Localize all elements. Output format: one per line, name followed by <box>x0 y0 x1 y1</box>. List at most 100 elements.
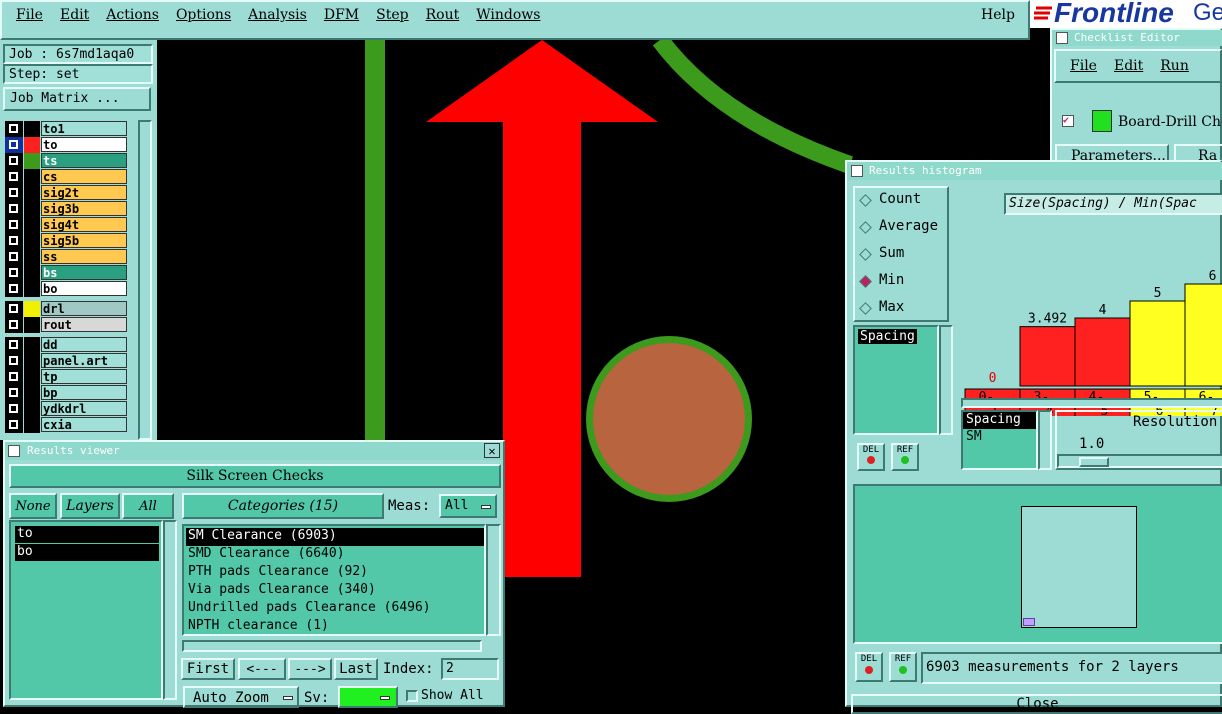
categories-hscrollbar[interactable] <box>182 640 482 652</box>
category-item[interactable]: SM Clearance (6903) <box>186 528 484 546</box>
layer-row[interactable]: bp <box>5 385 135 401</box>
show-all-checkbox[interactable] <box>406 690 418 702</box>
radio-min[interactable]: Min <box>855 269 947 296</box>
menu-analysis[interactable]: Analysis <box>248 7 307 23</box>
radio-sum[interactable]: Sum <box>855 242 947 269</box>
layer-color-swatch[interactable] <box>24 185 40 201</box>
help-menu[interactable]: Help <box>981 7 1015 23</box>
layer-name[interactable]: to <box>41 137 127 152</box>
window-menu-icon[interactable] <box>1056 32 1068 44</box>
spacing-list-scrollbar[interactable] <box>1038 410 1052 470</box>
layer-name[interactable]: to1 <box>41 121 127 136</box>
menu-dfm[interactable]: DFM <box>324 7 359 23</box>
close-icon[interactable]: ✕ <box>484 443 500 458</box>
auto-zoom-dropdown[interactable]: Auto Zoom <box>183 686 299 708</box>
ref-button[interactable]: REF <box>891 443 919 471</box>
checklist-menu-run[interactable]: Run <box>1160 58 1189 74</box>
layer-row[interactable]: cxia <box>5 417 135 433</box>
layer-row[interactable]: ts <box>5 153 135 169</box>
layer-name[interactable]: ts <box>41 153 127 168</box>
layer-row[interactable]: bo <box>5 281 135 297</box>
layer-name[interactable]: sig3b <box>41 201 127 216</box>
result-layer-item[interactable]: bo <box>15 544 159 561</box>
layer-color-swatch[interactable] <box>24 265 40 281</box>
layer-color-swatch[interactable] <box>24 121 40 137</box>
layer-color-swatch[interactable] <box>24 301 40 317</box>
categories-list[interactable]: SM Clearance (6903) SMD Clearance (6640) P… <box>182 524 486 636</box>
layer-color-swatch[interactable] <box>24 217 40 233</box>
index-input[interactable]: 2 <box>441 658 499 680</box>
layer-checkbox[interactable] <box>5 249 23 265</box>
result-layer-item[interactable]: to <box>15 526 159 543</box>
layer-name[interactable]: ydkdrl <box>41 401 127 416</box>
layer-row[interactable]: bs <box>5 265 135 281</box>
layer-checkbox[interactable] <box>5 353 23 369</box>
layer-row[interactable]: rout <box>5 317 135 333</box>
menu-rout[interactable]: Rout <box>426 7 460 23</box>
layer-name[interactable]: cs <box>41 169 127 184</box>
layer-color-swatch[interactable] <box>24 353 40 369</box>
layer-row[interactable]: to <box>5 137 135 153</box>
categories-scrollbar[interactable] <box>486 524 501 636</box>
layer-row[interactable]: tp <box>5 369 135 385</box>
del-button[interactable]: DEL <box>857 443 885 471</box>
layer-name[interactable]: dd <box>41 337 127 352</box>
job-matrix-button[interactable]: Job Matrix ... <box>3 87 151 111</box>
none-button[interactable]: None <box>9 493 57 519</box>
layer-name[interactable]: ss <box>41 249 127 264</box>
layer-checkbox[interactable] <box>5 217 23 233</box>
menu-file[interactable]: File <box>16 7 43 23</box>
layer-checkbox[interactable] <box>5 401 23 417</box>
layer-checkbox[interactable] <box>5 233 23 249</box>
layer-row[interactable]: sig3b <box>5 201 135 217</box>
layer-color-swatch[interactable] <box>24 281 40 297</box>
layer-color-swatch[interactable] <box>24 153 40 169</box>
close-button[interactable]: Close <box>851 694 1222 714</box>
layer-row[interactable]: ss <box>5 249 135 265</box>
layer-checkbox[interactable] <box>5 121 23 137</box>
menu-actions[interactable]: Actions <box>106 7 159 23</box>
sv-color-dropdown[interactable] <box>338 686 398 708</box>
layer-color-swatch[interactable] <box>24 337 40 353</box>
layer-name[interactable]: cxia <box>41 417 127 432</box>
menu-edit[interactable]: Edit <box>60 7 89 23</box>
layer-row[interactable]: to1 <box>5 121 135 137</box>
layer-list-scrollbar[interactable] <box>138 120 152 440</box>
layer-color-swatch[interactable] <box>24 169 40 185</box>
radio-max[interactable]: Max <box>855 296 947 323</box>
chart-hscrollbar[interactable] <box>961 398 1222 408</box>
ref-button-2[interactable]: REF <box>889 652 917 682</box>
layer-checkbox[interactable] <box>5 417 23 433</box>
category-item[interactable]: SMD Clearance (6640) <box>186 546 484 564</box>
spacing-list-item[interactable]: SM <box>963 429 1036 446</box>
layer-name[interactable]: drl <box>41 301 127 316</box>
layer-checkbox[interactable] <box>5 137 23 153</box>
layer-row[interactable]: dd <box>5 337 135 353</box>
layer-checkbox[interactable] <box>5 201 23 217</box>
layer-name[interactable]: sig4t <box>41 217 127 232</box>
layer-checkbox[interactable] <box>5 265 23 281</box>
check-icon[interactable]: ✔ <box>1062 115 1074 127</box>
layer-row[interactable]: drl <box>5 301 135 317</box>
window-menu-icon[interactable] <box>8 445 20 457</box>
measure-scrollbar[interactable] <box>939 325 953 435</box>
spacing-list[interactable]: Spacing SM <box>961 410 1038 470</box>
layer-color-swatch[interactable] <box>24 401 40 417</box>
layer-checkbox[interactable] <box>5 385 23 401</box>
layer-result-list[interactable]: to bo <box>9 520 163 700</box>
layer-color-swatch[interactable] <box>24 369 40 385</box>
prev-button[interactable]: <--- <box>238 658 286 680</box>
layer-name[interactable]: tp <box>41 369 127 384</box>
layer-list-scrollbar-rv[interactable] <box>163 520 177 700</box>
layer-name[interactable]: sig2t <box>41 185 127 200</box>
layer-row[interactable]: sig5b <box>5 233 135 249</box>
all-button[interactable]: All <box>122 493 174 519</box>
layer-color-swatch[interactable] <box>24 417 40 433</box>
window-menu-icon[interactable] <box>851 165 863 177</box>
layer-color-swatch[interactable] <box>24 249 40 265</box>
checklist-item[interactable]: Board-Drill Che <box>1118 114 1222 130</box>
layer-row[interactable]: sig2t <box>5 185 135 201</box>
preview-pane[interactable] <box>853 484 1222 644</box>
layer-name[interactable]: bp <box>41 385 127 400</box>
layer-row[interactable]: panel.art <box>5 353 135 369</box>
